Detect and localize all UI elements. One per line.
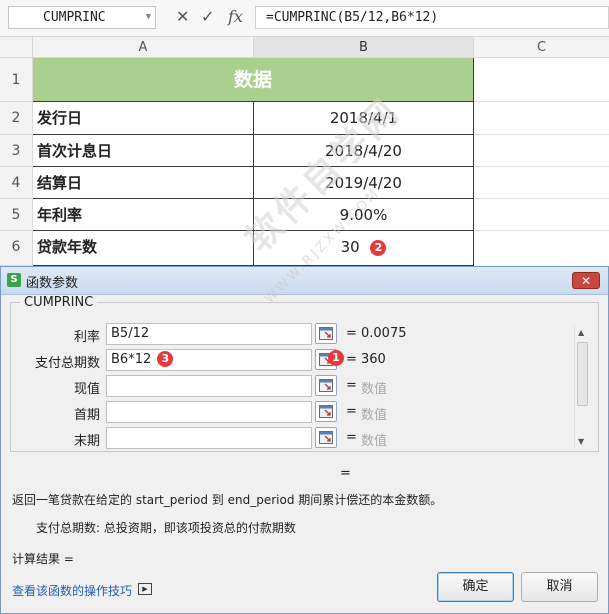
range-select-icon xyxy=(319,379,333,392)
function-name: CUMPRINC xyxy=(20,295,98,310)
video-play-icon[interactable]: ▶ xyxy=(138,583,152,595)
step-badge-1: 1 xyxy=(328,350,344,366)
collapse-dialog-button-pv[interactable] xyxy=(315,375,337,396)
chevron-down-icon[interactable]: ▼ xyxy=(146,7,151,28)
column-header-b[interactable]: B xyxy=(254,37,474,58)
name-box[interactable]: CUMPRINC ▼ xyxy=(8,6,156,29)
arg-value-end: 数值 xyxy=(361,434,388,449)
formula-input[interactable]: =CUMPRINC(B5/12,B6*12) xyxy=(255,6,609,29)
name-box-value: CUMPRINC xyxy=(43,10,106,25)
cell-a3[interactable]: 首次计息日 xyxy=(33,135,254,167)
step-badge-2: 2 xyxy=(370,240,387,256)
ok-button[interactable]: 确定 xyxy=(437,572,514,602)
function-help-link[interactable]: 查看该函数的操作技巧 xyxy=(12,582,132,599)
calculation-result: 计算结果 = xyxy=(12,552,74,566)
arg-eq-rate: = xyxy=(346,326,357,341)
row-header-1[interactable]: 1 xyxy=(0,58,33,102)
collapse-dialog-button-end[interactable] xyxy=(315,427,337,448)
arg-label-rate: 利率 xyxy=(73,330,100,345)
range-select-icon xyxy=(319,327,333,340)
arg-label-start: 首期 xyxy=(73,408,100,423)
arg-value-rate: 0.0075 xyxy=(361,326,407,341)
column-header-a[interactable]: A xyxy=(33,37,254,58)
arg-value-nper: 360 xyxy=(361,352,386,367)
app-icon: S xyxy=(7,273,21,287)
fx-icon[interactable]: fx xyxy=(228,7,243,27)
range-select-icon xyxy=(319,431,333,444)
arg-input-start[interactable] xyxy=(106,401,312,423)
arg-value-start: 数值 xyxy=(361,408,388,423)
cell-a4[interactable]: 结算日 xyxy=(33,167,254,199)
arguments-scrollbar[interactable]: ▲ ▼ xyxy=(574,326,590,448)
cell-a6[interactable]: 贷款年数 xyxy=(33,231,254,266)
row-header-6[interactable]: 6 xyxy=(0,231,33,266)
close-button[interactable]: ✕ xyxy=(572,272,600,289)
arg-label-pv: 现值 xyxy=(73,382,100,397)
cell-b6-value: 30 xyxy=(340,238,360,256)
cancel-button[interactable]: 取消 xyxy=(521,572,598,602)
dialog-titlebar[interactable]: S 函数参数 ✕ xyxy=(1,267,608,295)
row-header-4[interactable]: 4 xyxy=(0,167,33,199)
select-all-corner[interactable] xyxy=(0,37,33,58)
cell-b4[interactable]: 2019/4/20 xyxy=(254,167,474,199)
formula-bar: CUMPRINC ▼ ✕ ✓ fx =CUMPRINC(B5/12,B6*12) xyxy=(0,0,609,37)
cell-b3[interactable]: 2018/4/20 xyxy=(254,135,474,167)
gridline xyxy=(474,198,609,199)
row-header-5[interactable]: 5 xyxy=(0,199,33,231)
collapse-dialog-button-rate[interactable] xyxy=(315,323,337,344)
arg-value-pv: 数值 xyxy=(361,382,388,397)
arg-eq-start: = xyxy=(346,404,357,419)
cell-a2[interactable]: 发行日 xyxy=(33,102,254,135)
gridline xyxy=(474,101,609,102)
cell-b5[interactable]: 9.00% xyxy=(254,199,474,231)
cell-a5[interactable]: 年利率 xyxy=(33,199,254,231)
row-header-3[interactable]: 3 xyxy=(0,135,33,167)
step-badge-3: 3 xyxy=(157,351,174,367)
cancel-icon[interactable]: ✕ xyxy=(176,7,189,27)
arg-eq-end: = xyxy=(346,430,357,445)
arg-input-pv[interactable] xyxy=(106,375,312,397)
gridline xyxy=(474,166,609,167)
scroll-thumb[interactable] xyxy=(577,342,588,406)
table-header-cell[interactable]: 数据 xyxy=(33,58,474,102)
arg-eq-nper: = xyxy=(346,352,357,367)
scroll-down-icon[interactable]: ▼ xyxy=(578,437,584,446)
parameter-description: 支付总期数: 总投资期，即该项投资总的付款期数 xyxy=(36,521,296,535)
dialog-title: 函数参数 xyxy=(26,276,79,291)
arg-eq-pv: = xyxy=(346,378,357,393)
arg-input-nper-value: B6*12 xyxy=(111,352,152,367)
arg-label-end: 末期 xyxy=(73,434,100,449)
column-header-c[interactable]: C xyxy=(474,37,609,58)
gridline xyxy=(474,230,609,231)
formula-result-eq: = xyxy=(340,466,351,481)
arg-input-end[interactable] xyxy=(106,427,312,449)
cell-b6[interactable]: 30 2 xyxy=(254,231,474,266)
row-header-2[interactable]: 2 xyxy=(0,102,33,135)
gridline xyxy=(474,134,609,135)
confirm-icon[interactable]: ✓ xyxy=(201,7,214,27)
range-select-icon xyxy=(319,405,333,418)
arg-input-rate[interactable]: B5/12 xyxy=(106,323,312,345)
arg-input-nper[interactable]: B6*12 3 xyxy=(106,349,312,371)
scroll-up-icon[interactable]: ▲ xyxy=(578,328,584,337)
collapse-dialog-button-start[interactable] xyxy=(315,401,337,422)
cell-b2[interactable]: 2018/4/1 xyxy=(254,102,474,135)
function-description: 返回一笔贷款在给定的 start_period 到 end_period 期间累… xyxy=(12,493,443,507)
arg-label-nper: 支付总期数 xyxy=(34,356,100,371)
